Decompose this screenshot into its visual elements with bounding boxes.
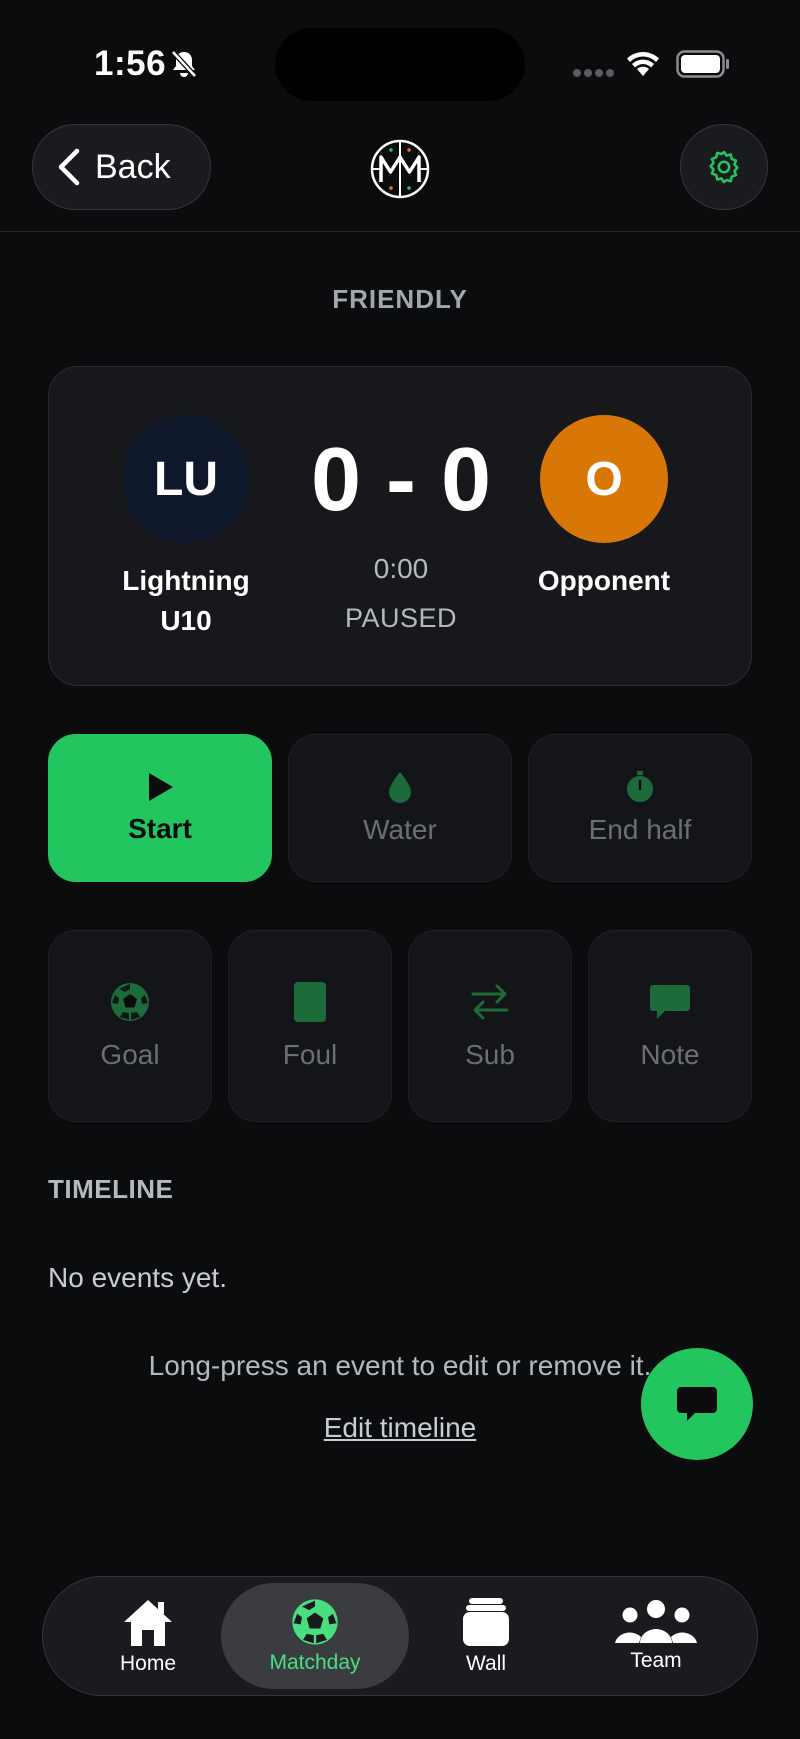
- tab-wall-label: Wall: [465, 1652, 507, 1675]
- foul-label: Foul: [282, 1039, 338, 1070]
- tab-matchday[interactable]: Matchday: [221, 1583, 409, 1689]
- card-icon: [294, 982, 326, 1022]
- tab-team-label: Team: [630, 1649, 682, 1672]
- dynamic-island: [275, 28, 525, 101]
- match-type-label: FRIENDLY: [332, 284, 468, 314]
- gear-icon: [709, 150, 739, 184]
- tab-team[interactable]: Team: [571, 1583, 741, 1689]
- note-bubble-icon: [650, 985, 690, 1019]
- note-label: Note: [640, 1039, 700, 1070]
- tab-wall[interactable]: Wall: [401, 1583, 571, 1689]
- tab-matchday-label: Matchday: [269, 1651, 361, 1674]
- tab-home[interactable]: Home: [63, 1583, 233, 1689]
- timeline-heading: TIMELINE: [48, 1174, 174, 1204]
- battery-icon: [676, 50, 729, 78]
- sub-label: Sub: [465, 1039, 515, 1070]
- house-icon: [124, 1600, 172, 1646]
- status-bar: 1:56: [0, 0, 800, 120]
- away-team-name: Opponent: [537, 565, 671, 596]
- people-group-icon: [615, 1600, 697, 1643]
- start-button[interactable]: Start: [48, 734, 272, 882]
- home-team-avatar: LU: [122, 415, 250, 543]
- chevron-left-icon: [58, 148, 80, 186]
- chat-fab-button[interactable]: [641, 1348, 753, 1460]
- note-event-button[interactable]: Note: [588, 930, 752, 1122]
- bottom-tab-bar: Home Matchday Wall Team: [42, 1576, 758, 1696]
- away-team-avatar: O: [540, 415, 668, 543]
- start-label: Start: [128, 813, 192, 844]
- tab-home-label: Home: [119, 1652, 177, 1675]
- end-half-label: End half: [588, 814, 692, 845]
- card-stack-icon: [463, 1598, 509, 1646]
- chat-bubble-icon: [677, 1387, 717, 1421]
- wifi-icon: [627, 52, 659, 76]
- bell-slash-icon: [171, 50, 197, 78]
- settings-button[interactable]: [680, 124, 768, 210]
- goal-label: Goal: [100, 1039, 160, 1070]
- app-logo-icon: [370, 139, 430, 199]
- status-time: 1:56: [94, 44, 167, 83]
- end-half-button[interactable]: End half: [528, 734, 752, 882]
- back-label: Back: [95, 147, 171, 186]
- match-state: PAUSED: [344, 603, 458, 633]
- soccer-ball-icon: [111, 983, 149, 1021]
- cellular-signal-icon: [573, 69, 614, 77]
- play-icon: [149, 773, 173, 801]
- swap-arrows-icon: [471, 984, 509, 1020]
- top-header: Back: [0, 120, 800, 232]
- foul-event-button[interactable]: Foul: [228, 930, 392, 1122]
- soccer-ball-icon: [292, 1599, 338, 1645]
- water-drop-icon: [389, 772, 411, 803]
- sub-event-button[interactable]: Sub: [408, 930, 572, 1122]
- stopwatch-icon: [627, 771, 653, 802]
- water-break-button[interactable]: Water: [288, 734, 512, 882]
- away-team[interactable]: O Opponent: [494, 415, 714, 601]
- back-button[interactable]: Back: [32, 124, 211, 210]
- scoreboard-card: LU Lightning U10 0 - 0 0:00 PAUSED O Opp…: [48, 366, 752, 686]
- water-label: Water: [363, 814, 437, 845]
- timeline-empty-text: No events yet.: [48, 1262, 227, 1293]
- goal-event-button[interactable]: Goal: [48, 930, 212, 1122]
